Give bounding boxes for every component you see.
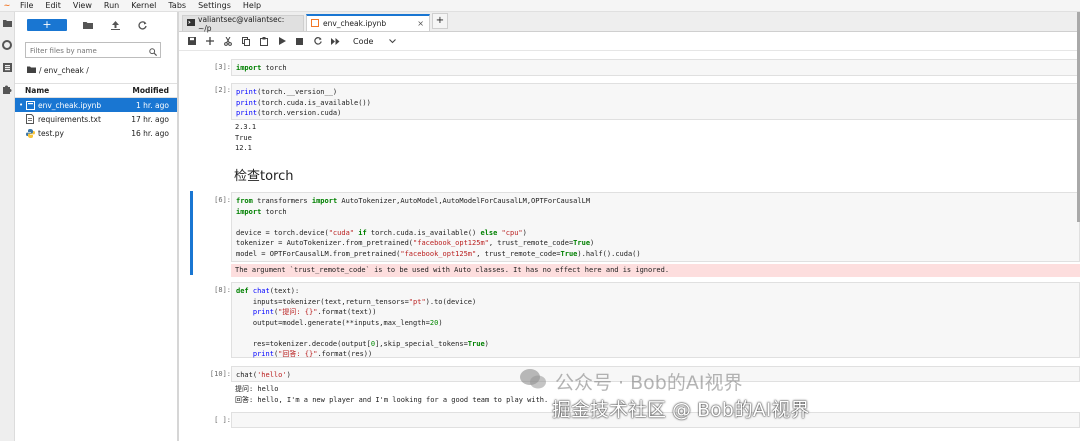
close-tab-icon[interactable]: × xyxy=(417,19,424,28)
code-cell-input[interactable]: def chat(text): inputs=tokenizer(text,re… xyxy=(231,282,1080,358)
menu-file[interactable]: File xyxy=(14,1,39,10)
menu-view[interactable]: View xyxy=(67,1,98,10)
insert-cell-icon[interactable] xyxy=(205,37,214,46)
code-cell-input[interactable]: print(torch.__version__) print(torch.cud… xyxy=(231,83,1080,120)
cell-type-value: Code xyxy=(353,36,374,46)
tab-notebook[interactable]: env_cheak.ipynb × xyxy=(306,14,430,31)
cell-prompt: [10]: xyxy=(209,370,231,378)
wechat-icon xyxy=(519,368,547,395)
filter-placeholder: Filter files by name xyxy=(30,47,97,55)
menu-settings[interactable]: Settings xyxy=(192,1,237,10)
menu-tabs[interactable]: Tabs xyxy=(162,1,192,10)
file-row[interactable]: requirements.txt 17 hr. ago xyxy=(15,112,177,126)
running-dot-icon: • xyxy=(19,101,24,109)
cell-prompt: [6]: xyxy=(214,196,231,204)
tab-label: env_cheak.ipynb xyxy=(323,19,387,28)
stderr-output: The argument `trust_remote_code` is to b… xyxy=(231,264,1080,277)
cut-icon[interactable] xyxy=(223,36,232,46)
folder-icon[interactable] xyxy=(0,12,14,34)
file-name: env_cheak.ipynb xyxy=(38,100,102,110)
copy-icon[interactable] xyxy=(241,36,250,46)
add-tab-button[interactable]: + xyxy=(432,13,448,29)
menu-help[interactable]: Help xyxy=(237,1,267,10)
paste-icon[interactable] xyxy=(259,36,268,46)
refresh-icon[interactable] xyxy=(136,19,148,31)
column-name-header[interactable]: Name xyxy=(15,86,115,95)
text-file-icon xyxy=(25,114,35,124)
cell-output: 2.3.1 True 12.1 xyxy=(235,123,257,152)
cell-prompt: [3]: xyxy=(214,63,231,71)
active-cell-indicator xyxy=(190,263,193,275)
cell-type-dropdown[interactable]: Code xyxy=(353,36,397,46)
watermark-juejin: 掘金技术社区 @ Bob的AI视界 xyxy=(552,399,810,421)
notebook-toolbar: Code xyxy=(179,32,1080,51)
upload-icon[interactable] xyxy=(109,19,121,31)
menu-run[interactable]: Run xyxy=(98,1,125,10)
running-icon[interactable] xyxy=(0,34,14,56)
restart-icon[interactable] xyxy=(313,37,322,46)
code-cell-input[interactable]: import torch xyxy=(231,59,1080,76)
menu-bar: ~ File Edit View Run Kernel Tabs Setting… xyxy=(0,0,1080,12)
search-icon xyxy=(149,46,158,62)
markdown-heading: 检查torch xyxy=(234,169,294,184)
file-list-header: Name Modified xyxy=(15,83,177,98)
active-cell-indicator xyxy=(190,191,193,263)
home-folder-icon[interactable] xyxy=(27,66,36,75)
file-row[interactable]: • env_cheak.ipynb 1 hr. ago xyxy=(15,98,177,112)
watermark-text: 公众号 · Bob的AI视界 xyxy=(555,372,743,394)
column-modified-header[interactable]: Modified xyxy=(132,86,169,95)
chevron-down-icon xyxy=(389,37,397,46)
cell-prompt: [ ]: xyxy=(214,416,231,424)
breadcrumb: / env_cheak / xyxy=(27,66,177,75)
python-icon xyxy=(25,128,35,138)
cell-prompt: [2]: xyxy=(214,86,231,94)
menu-edit[interactable]: Edit xyxy=(39,1,67,10)
command-palette-icon[interactable] xyxy=(0,56,14,78)
cell-prompt: [8]: xyxy=(214,286,231,294)
breadcrumb-path[interactable]: / env_cheak / xyxy=(39,66,89,75)
filter-files-input[interactable]: Filter files by name xyxy=(25,42,161,58)
extension-puzzle-icon[interactable] xyxy=(0,78,14,100)
file-row[interactable]: test.py 16 hr. ago xyxy=(15,126,177,140)
save-icon[interactable] xyxy=(187,37,196,46)
file-browser-panel: + Filter files by name / env_cheak / Nam… xyxy=(15,12,179,441)
tab-bar: valiantsec@valiantsec: ~/p env_cheak.ipy… xyxy=(179,12,1080,33)
activity-bar xyxy=(0,12,15,441)
new-launcher-button[interactable]: + xyxy=(27,19,67,31)
file-modified: 17 hr. ago xyxy=(131,114,169,124)
terminal-icon xyxy=(187,19,195,28)
new-folder-icon[interactable] xyxy=(82,19,94,31)
tab-label: valiantsec@valiantsec: ~/p xyxy=(198,14,285,33)
file-name: requirements.txt xyxy=(38,114,101,124)
run-icon[interactable] xyxy=(277,37,286,46)
tab-terminal[interactable]: valiantsec@valiantsec: ~/p xyxy=(182,14,304,33)
file-name: test.py xyxy=(38,128,64,138)
menu-kernel[interactable]: Kernel xyxy=(125,1,162,10)
file-modified: 16 hr. ago xyxy=(131,128,169,138)
file-modified: 1 hr. ago xyxy=(135,100,169,110)
code-cell-input[interactable]: from transformers import AutoTokenizer,A… xyxy=(231,192,1080,262)
fast-forward-icon[interactable] xyxy=(331,37,340,46)
watermark-wechat: 公众号 · Bob的AI视界 xyxy=(519,368,742,395)
stop-icon[interactable] xyxy=(295,37,304,46)
notebook-icon xyxy=(25,100,35,110)
notebook-tab-icon xyxy=(311,18,319,29)
cell-output: 提问: hello 回答: hello, I'm a new player an… xyxy=(235,385,549,404)
jupyter-logo-icon: ~ xyxy=(3,1,11,10)
file-browser-toolbar: + xyxy=(15,12,177,38)
